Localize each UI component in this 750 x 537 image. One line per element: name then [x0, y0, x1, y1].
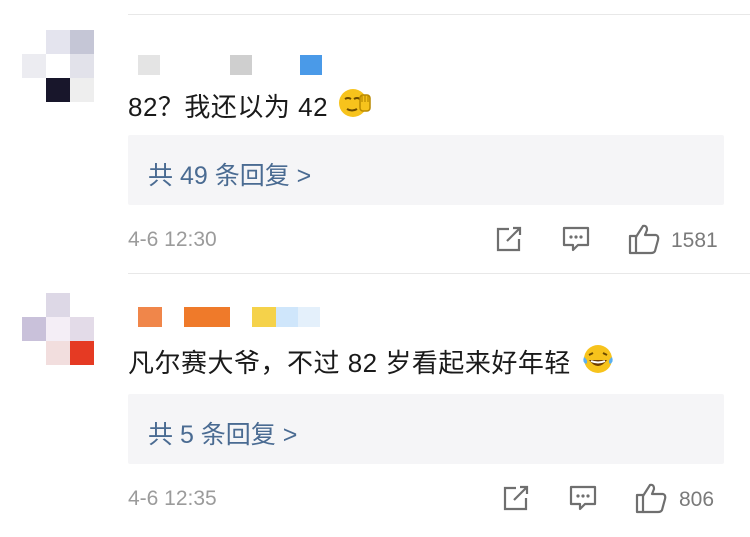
avatar-pixel: [46, 341, 70, 365]
avatar-pixel: [70, 30, 94, 54]
replies-box[interactable]: 共 49 条回复 >: [128, 135, 724, 205]
like-count: 806: [679, 488, 715, 511]
comment-icon[interactable]: [568, 483, 598, 513]
view-replies-link[interactable]: 共 5 条回复 >: [148, 415, 297, 451]
redaction-block: [252, 307, 276, 327]
like-icon[interactable]: [627, 222, 661, 256]
avatar-pixel: [46, 78, 70, 102]
comment-text: 82？我还以为 42: [128, 86, 372, 124]
comment-body: 82？我还以为 42: [128, 92, 329, 122]
avatar-pixel: [46, 30, 70, 54]
avatar[interactable]: [22, 293, 94, 365]
avatar-pixel: [70, 54, 94, 78]
avatar-pixel: [46, 317, 70, 341]
avatar-pixel: [70, 317, 94, 341]
comment-text: 凡尔赛大爷，不过 82 岁看起来好年轻: [128, 342, 615, 380]
redaction-block: [276, 307, 298, 327]
redaction-block: [184, 307, 230, 327]
like-icon[interactable]: [634, 481, 668, 515]
redaction-block: [138, 55, 160, 75]
avatar-pixel: [22, 317, 46, 341]
redaction-block: [138, 307, 162, 327]
avatar-pixel: [70, 341, 94, 365]
redaction-block: [230, 55, 252, 75]
eye-roll-wave-emoji-icon: [338, 89, 371, 117]
share-icon[interactable]: [501, 483, 531, 513]
like-count: 1581: [671, 229, 718, 252]
comment-divider: [128, 273, 750, 274]
top-divider: [128, 14, 750, 15]
comment-icon[interactable]: [561, 224, 591, 254]
comment-time: 4-6 12:30: [128, 228, 217, 251]
avatar[interactable]: [22, 30, 94, 102]
redaction-block: [298, 307, 320, 327]
avatar-pixel: [46, 293, 70, 317]
redaction-block: [300, 55, 322, 75]
comment-time: 4-6 12:35: [128, 487, 217, 510]
avatar-pixel: [70, 78, 94, 102]
tears-of-joy-emoji-icon: [582, 345, 613, 373]
username-redacted[interactable]: [138, 55, 328, 77]
comment-body: 凡尔赛大爷，不过 82 岁看起来好年轻: [128, 348, 571, 378]
avatar-pixel: [22, 54, 46, 78]
view-replies-link[interactable]: 共 49 条回复 >: [148, 156, 311, 192]
username-redacted[interactable]: [138, 307, 328, 329]
replies-box[interactable]: 共 5 条回复 >: [128, 394, 724, 464]
share-icon[interactable]: [494, 224, 524, 254]
